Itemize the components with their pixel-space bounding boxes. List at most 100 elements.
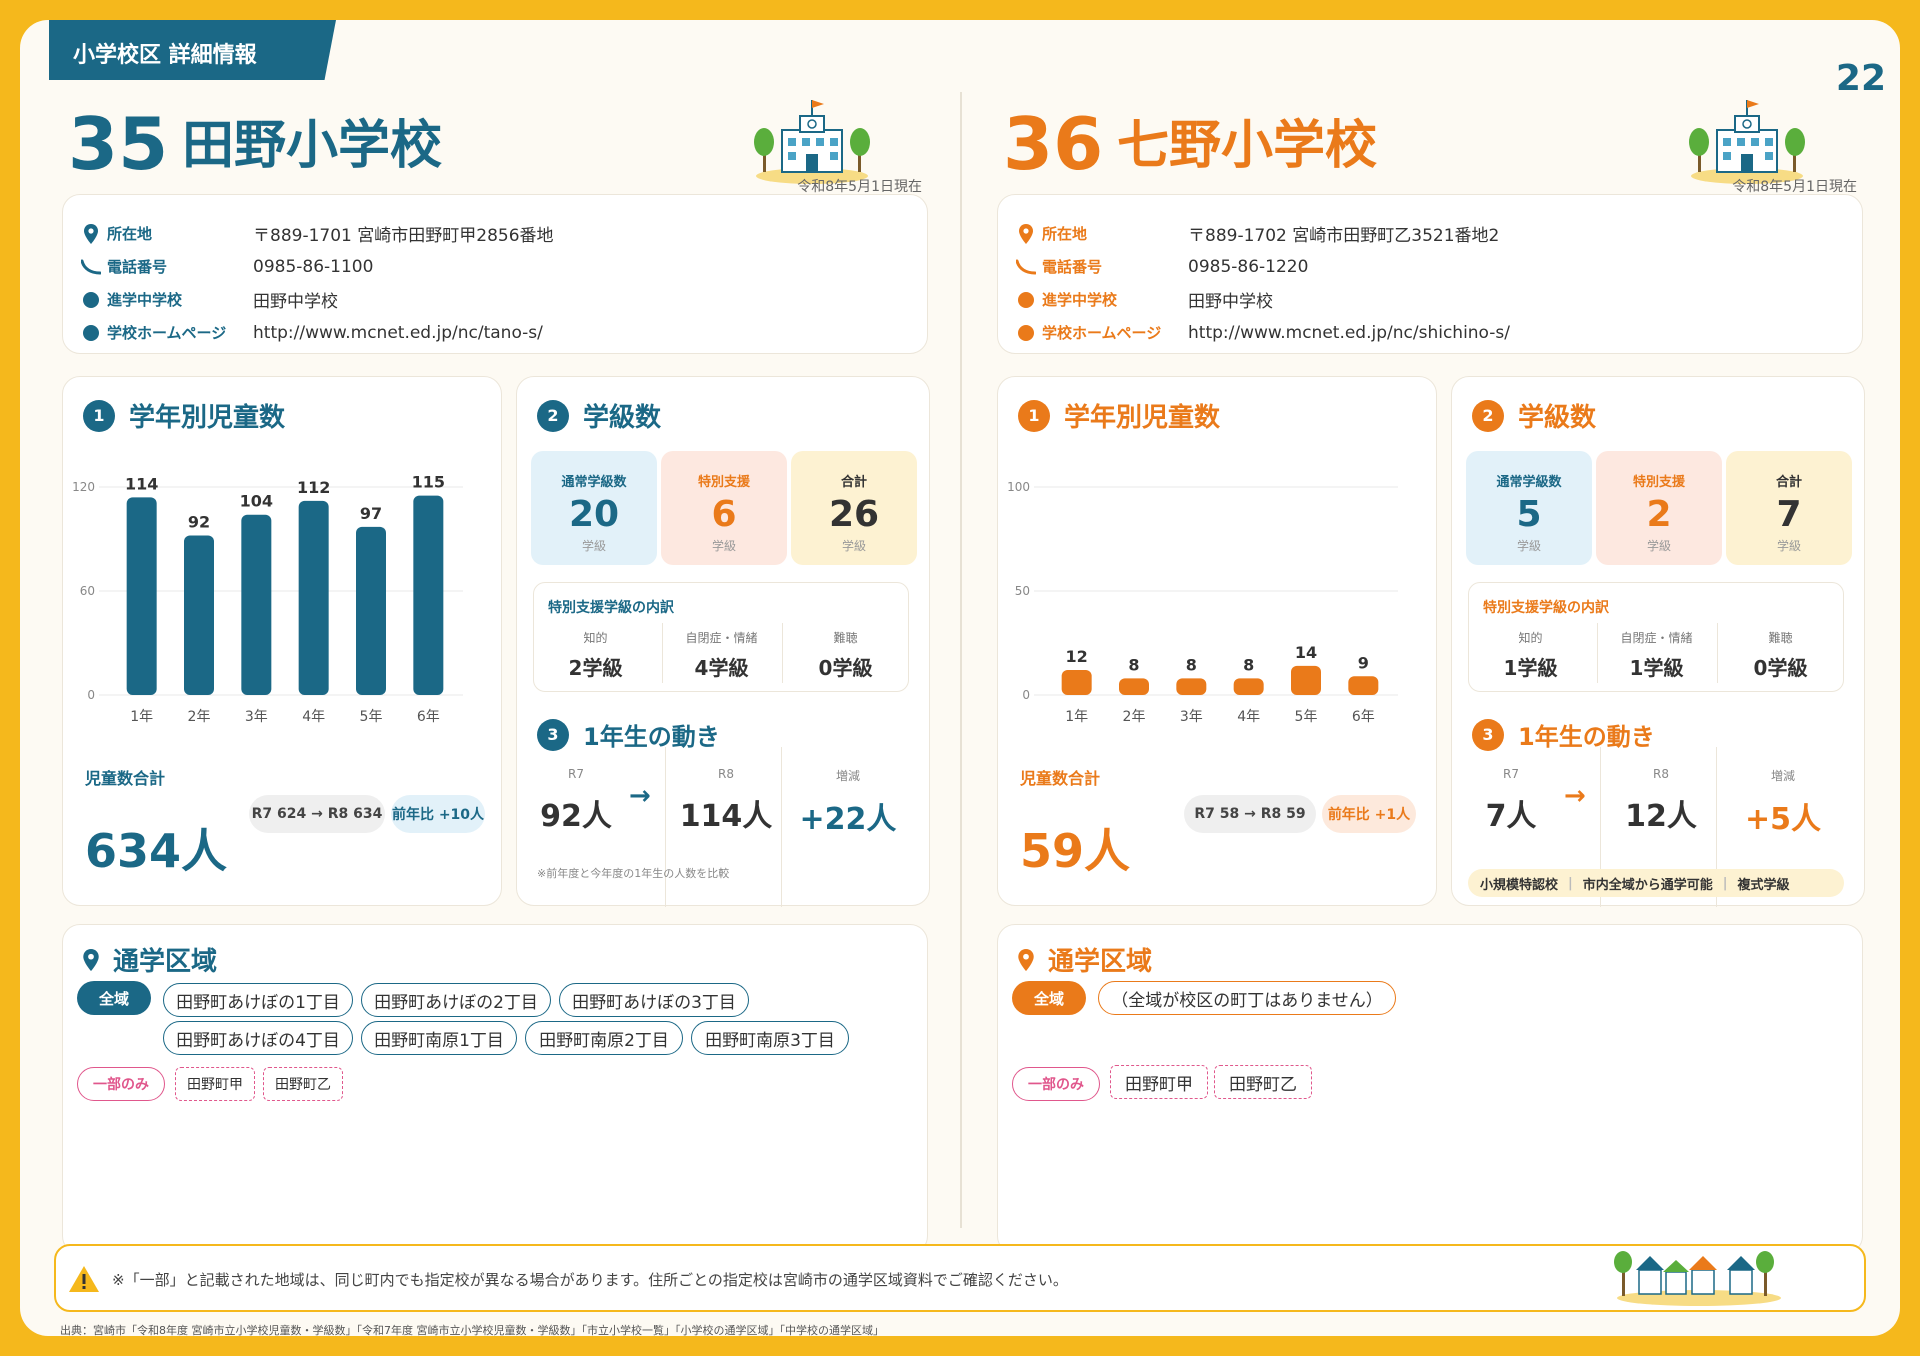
class-count-card: 2 学級数 通常学級数 5 学級 特別支援 2 学級 合計 7 学級 特別支援学… xyxy=(1451,376,1865,907)
dot-icon xyxy=(79,324,103,341)
district-chip: 田野町あけぼの2丁目 xyxy=(361,983,551,1017)
school-district-card: 通学区域 全域 田野町あけぼの1丁目 田野町あけぼの2丁目 田野町あけぼの3丁目… xyxy=(62,924,928,1254)
phone-icon xyxy=(79,259,103,275)
school-tag: 複式学級 xyxy=(1737,877,1790,893)
school-tags: 小規模特認校 | 市内全域から通学可能 | 複式学級 xyxy=(1468,869,1844,897)
school-number: 36 xyxy=(1003,102,1104,186)
x-tick-label: 4年 xyxy=(302,709,325,725)
school-name: 田野小学校 xyxy=(182,116,443,176)
bar-value-label: 14 xyxy=(1295,643,1317,662)
bar xyxy=(356,526,386,695)
partial-district-chip: 田野町甲 xyxy=(175,1067,255,1101)
class-count-title: 2 学級数 xyxy=(537,397,661,434)
location-pin-icon xyxy=(83,948,99,971)
number-badge: 2 xyxy=(1472,399,1504,432)
breakdown-item: 知的 2学級 xyxy=(568,631,623,680)
x-tick-label: 1年 xyxy=(130,709,153,725)
breakdown-item: 知的 1学級 xyxy=(1503,631,1558,680)
bar-value-label: 112 xyxy=(297,478,330,497)
bar xyxy=(184,535,214,695)
dot-icon xyxy=(79,291,103,308)
move-prev: R7 7人 xyxy=(1485,767,1537,834)
y-tick-label: 50 xyxy=(1015,584,1030,598)
dot-icon xyxy=(1014,291,1038,308)
move-current: R8 12人 xyxy=(1625,767,1697,834)
district-title: 通学区域 xyxy=(1018,941,1152,978)
phone-icon xyxy=(1014,259,1038,275)
arrow-right-icon: → xyxy=(1564,781,1586,811)
breakdown-item: 自閉症・情緒 4学級 xyxy=(685,631,758,680)
grade-chart-title: 1 学年別児童数 xyxy=(83,397,285,434)
x-tick-label: 2年 xyxy=(188,709,211,725)
homepage-link[interactable]: http://www.mcnet.ed.jp/nc/tano-s/ xyxy=(253,323,543,343)
total-label: 児童数合計 xyxy=(85,769,166,788)
info-row-phone: 電話番号 0985-86-1100 xyxy=(79,250,911,283)
number-badge: 1 xyxy=(1018,399,1050,432)
number-badge: 3 xyxy=(1472,718,1504,751)
bar xyxy=(241,514,272,695)
school-district-card: 通学区域 全域 （全域が校区の町丁はありません） 一部のみ 田野町甲 田野町乙 xyxy=(997,924,1863,1254)
school-column-35: 35 田野小学校 令和8年5月1日現在 所在地 〒889-1701 宮崎市田野町… xyxy=(62,20,932,1254)
bar-value-label: 115 xyxy=(412,473,445,492)
bar xyxy=(298,500,329,695)
bar-value-label: 12 xyxy=(1066,647,1088,666)
number-badge: 3 xyxy=(537,718,569,751)
grade-chart-title: 1 学年別児童数 xyxy=(1018,397,1220,434)
breakdown-item: 難聴 0学級 xyxy=(1753,631,1808,680)
info-row-homepage: 学校ホームページ http://www.mcnet.ed.jp/nc/tano-… xyxy=(79,316,911,349)
x-tick-label: 1年 xyxy=(1065,709,1088,725)
x-tick-label: 6年 xyxy=(417,709,440,725)
bar-value-label: 8 xyxy=(1243,655,1254,674)
whole-area-badge: 全域 xyxy=(77,981,151,1015)
school-tag: 市内全域から通学可能 xyxy=(1582,877,1713,893)
bar-value-label: 8 xyxy=(1128,655,1139,674)
breakdown-item: 難聴 0学級 xyxy=(818,631,873,680)
move-diff: 増減 +5人 xyxy=(1744,769,1821,837)
page: 小学校区 詳細情報 22 35 田野小学校 令和8年5月1日現在 所在地 〒88… xyxy=(20,20,1900,1337)
school-name: 七野小学校 xyxy=(1117,116,1378,176)
move-current: R8 114人 xyxy=(679,767,773,834)
bar xyxy=(1119,678,1149,695)
grade-chart-card: 1 学年別児童数 0 50 100 12 1年 8 2年 8 3年 8 4年 14 5年 9 6年 児童数合… xyxy=(997,376,1437,906)
class-count-card: 2 学級数 通常学級数 20 学級 特別支援 6 学級 合計 26 学級 特別支… xyxy=(516,376,930,907)
x-tick-label: 5年 xyxy=(1295,709,1318,725)
footer-note: ※「一部」と記載された地域は、同じ町内でも指定校が異なる場合があります。住所ごと… xyxy=(54,1244,1866,1312)
yoy-chip: 前年比 +10人 xyxy=(391,795,485,833)
change-chip: R7 624 → R8 634 xyxy=(249,795,385,833)
x-tick-label: 6年 xyxy=(1352,709,1375,725)
column-divider xyxy=(960,92,962,1228)
y-tick-label: 0 xyxy=(1022,688,1030,702)
bar-value-label: 9 xyxy=(1358,653,1369,672)
y-tick-label: 0 xyxy=(87,688,95,702)
bar-value-label: 104 xyxy=(240,492,273,511)
stat-total: 合計 26 学級 xyxy=(791,451,917,565)
district-chip: 田野町南原2丁目 xyxy=(525,1021,683,1055)
move-diff: 増減 +22人 xyxy=(799,769,897,837)
first-grade-move-title: 3 1年生の動き xyxy=(537,717,720,752)
district-chip: 田野町南原1丁目 xyxy=(361,1021,517,1055)
bar xyxy=(1291,665,1321,695)
number-badge: 2 xyxy=(537,399,569,432)
y-tick-label: 100 xyxy=(1007,480,1030,494)
district-chip: 田野町南原3丁目 xyxy=(691,1021,849,1055)
grade-bar-chart: 0 50 100 12 1年 8 2年 8 3年 8 4年 14 5年 9 6年 xyxy=(1007,480,1398,725)
class-count-title: 2 学級数 xyxy=(1472,397,1596,434)
bar xyxy=(1348,676,1379,695)
first-grade-move-title: 3 1年生の動き xyxy=(1472,717,1655,752)
grade-bar-chart: 0 60 120 114 1年 92 2年 104 3年 112 4年 97 5年 115 6年 xyxy=(72,473,463,725)
info-row-address: 所在地 〒889-1702 宮崎市田野町乙3521番地2 xyxy=(1014,217,1846,250)
district-chip: 田野町あけぼの3丁目 xyxy=(559,983,749,1017)
location-pin-icon xyxy=(1014,223,1038,244)
bar xyxy=(1233,678,1264,695)
stat-special: 特別支援 2 学級 xyxy=(1596,451,1722,565)
district-title: 通学区域 xyxy=(83,941,217,978)
homepage-link[interactable]: http://www.mcnet.ed.jp/nc/shichino-s/ xyxy=(1188,323,1510,343)
stat-total: 合計 7 学級 xyxy=(1726,451,1852,565)
partial-district-chip: 田野町乙 xyxy=(1214,1065,1312,1099)
info-row-phone: 電話番号 0985-86-1220 xyxy=(1014,250,1846,283)
x-tick-label: 3年 xyxy=(1180,709,1203,725)
change-chip: R7 58 → R8 59 xyxy=(1184,795,1316,833)
location-pin-icon xyxy=(79,223,103,244)
bar xyxy=(1061,670,1092,695)
partial-area-badge: 一部のみ xyxy=(1012,1067,1100,1101)
